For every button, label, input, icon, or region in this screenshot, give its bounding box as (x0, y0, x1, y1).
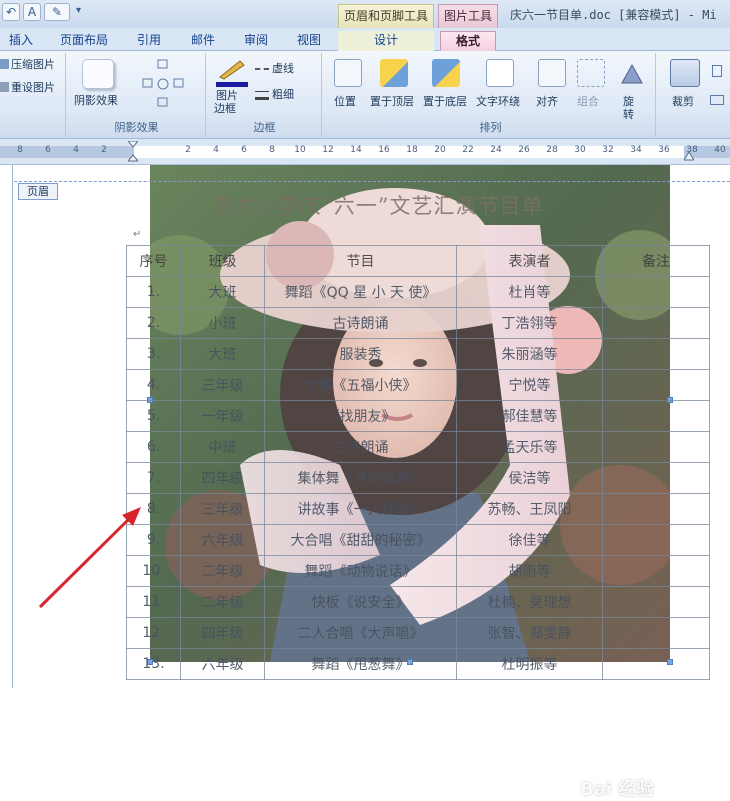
shadow-effect-button[interactable]: 阴影效果 (74, 94, 118, 107)
bring-to-front-icon (380, 59, 408, 87)
ruler-tick-label: 14 (350, 145, 362, 155)
ruler-tick-label: 2 (185, 145, 191, 155)
right-indent-marker-icon[interactable] (683, 151, 695, 161)
document-area[interactable]: 页眉 育才小学庆“六一”文艺汇演节目单 ↵ 序号 班级 节目 表演者 备注 1.… (0, 165, 730, 800)
edit-icon[interactable]: ✎ (44, 3, 70, 21)
ruler-tick-label: 22 (462, 145, 474, 155)
annotation-arrow (38, 507, 141, 609)
ruler-tick-label: 8 (17, 145, 23, 155)
width-icon[interactable] (710, 95, 724, 105)
title-bar: ↶ A ✎ ▾ 页眉和页脚工具 图片工具 庆六一节目单.doc [兼容模式] -… (0, 0, 730, 28)
shadow-nudge-icon[interactable] (138, 59, 190, 109)
ruler-tick-label: 40 (714, 145, 726, 155)
watermark: Bai 经验 (580, 779, 655, 800)
send-to-back-button[interactable]: 置于底层 (423, 95, 467, 108)
ribbon-tabs: 插入 页面布局 引用 邮件 审阅 视图 设计 格式 (0, 28, 730, 51)
rotate-button[interactable]: 旋转 (623, 95, 637, 121)
reset-picture-button[interactable]: 重设图片 (11, 81, 55, 94)
document-title: 庆六一节目单.doc [兼容模式] - Mi (510, 8, 717, 22)
ruler-tick-label: 20 (434, 145, 446, 155)
undo-icon[interactable]: ↶ (2, 3, 20, 21)
context-tab-picture-tools: 图片工具 (438, 4, 498, 28)
tab-design[interactable]: 设计 (338, 31, 434, 51)
crop-icon (670, 59, 700, 87)
bring-to-front-button[interactable]: 置于顶层 (370, 95, 414, 108)
crop-button[interactable]: 裁剪 (672, 95, 694, 108)
ruler-tick-label: 10 (294, 145, 306, 155)
tab-insert[interactable]: 插入 (2, 31, 40, 51)
align-icon (538, 59, 566, 87)
weight-icon (255, 91, 269, 100)
size-group: 裁剪 (660, 53, 730, 137)
ruler-tick-label: 6 (241, 145, 247, 155)
dash-icon (255, 68, 269, 70)
picture-border-button-line2[interactable]: 边框 (214, 102, 236, 115)
font-icon[interactable]: A (23, 3, 41, 21)
tab-format[interactable]: 格式 (440, 31, 496, 51)
compress-icon (0, 59, 9, 69)
arrange-group-label: 排列 (479, 121, 502, 134)
ruler-tick-label: 34 (630, 145, 642, 155)
quick-access-menu-icon[interactable]: ▾ (76, 5, 81, 16)
tab-references[interactable]: 引用 (130, 31, 168, 51)
ruler-tick-label: 16 (378, 145, 390, 155)
tab-mailings[interactable]: 邮件 (184, 31, 222, 51)
group-button[interactable]: 组合 (577, 95, 599, 108)
text-wrap-icon (486, 59, 514, 87)
pencil-icon (216, 59, 246, 81)
position-icon (334, 59, 362, 87)
compress-pictures-button[interactable]: 压缩图片 (11, 58, 55, 71)
tab-review[interactable]: 审阅 (237, 31, 275, 51)
border-color-bar (216, 82, 248, 87)
ruler-tick-label: 4 (213, 145, 219, 155)
weight-button[interactable]: 粗细 (272, 88, 294, 101)
shadow-effect-icon (82, 59, 114, 89)
shadow-effects-group: 阴影效果 阴影效果 (68, 53, 206, 137)
border-group-label: 边框 (253, 121, 276, 134)
context-tab-header-footer-tools: 页眉和页脚工具 (338, 4, 434, 28)
ruler-tick-label: 6 (45, 145, 51, 155)
tab-view[interactable]: 视图 (290, 31, 328, 51)
shadow-effects-group-label: 阴影效果 (114, 121, 159, 134)
arrange-group: 位置 置于顶层 置于底层 文字环绕 对齐 组合 旋转 排列 (326, 53, 656, 137)
ruler-tick-label: 18 (406, 145, 418, 155)
ruler-tick-label: 36 (658, 145, 670, 155)
ruler-tick-label: 26 (518, 145, 530, 155)
ribbon: 压缩图片 重设图片 阴影效果 阴影效果 图片 边框 虚线 粗细 边框 位置 置于… (0, 51, 730, 139)
ruler-tick-label: 24 (490, 145, 502, 155)
horizontal-ruler[interactable]: 8 6 4 2 2 4 6 8 10 12 14 16 18 20 22 24 26 28 30 32 34 36 38 40 (0, 139, 730, 165)
reset-picture-icon (0, 82, 9, 92)
dash-button[interactable]: 虚线 (272, 62, 294, 75)
position-button[interactable]: 位置 (334, 95, 356, 108)
border-group: 图片 边框 虚线 粗细 边框 (208, 53, 322, 137)
ruler-tick-label: 32 (602, 145, 614, 155)
picture-border-button[interactable]: 图片 (216, 89, 238, 102)
send-to-back-icon (432, 59, 460, 87)
ruler-tick-label: 28 (546, 145, 558, 155)
indent-marker-icon[interactable] (126, 140, 140, 163)
ruler-tick-label: 2 (101, 145, 107, 155)
group-icon (577, 59, 605, 87)
adjust-group: 压缩图片 重设图片 (0, 53, 66, 137)
align-button[interactable]: 对齐 (536, 95, 558, 108)
text-wrap-button[interactable]: 文字环绕 (476, 95, 520, 108)
rotate-icon (618, 59, 646, 87)
height-icon[interactable] (712, 65, 722, 77)
tab-page-layout[interactable]: 页面布局 (56, 31, 112, 51)
ruler-tick-label: 8 (269, 145, 275, 155)
ruler-tick-label: 30 (574, 145, 586, 155)
ruler-tick-label: 4 (73, 145, 79, 155)
ruler-tick-label: 12 (322, 145, 334, 155)
